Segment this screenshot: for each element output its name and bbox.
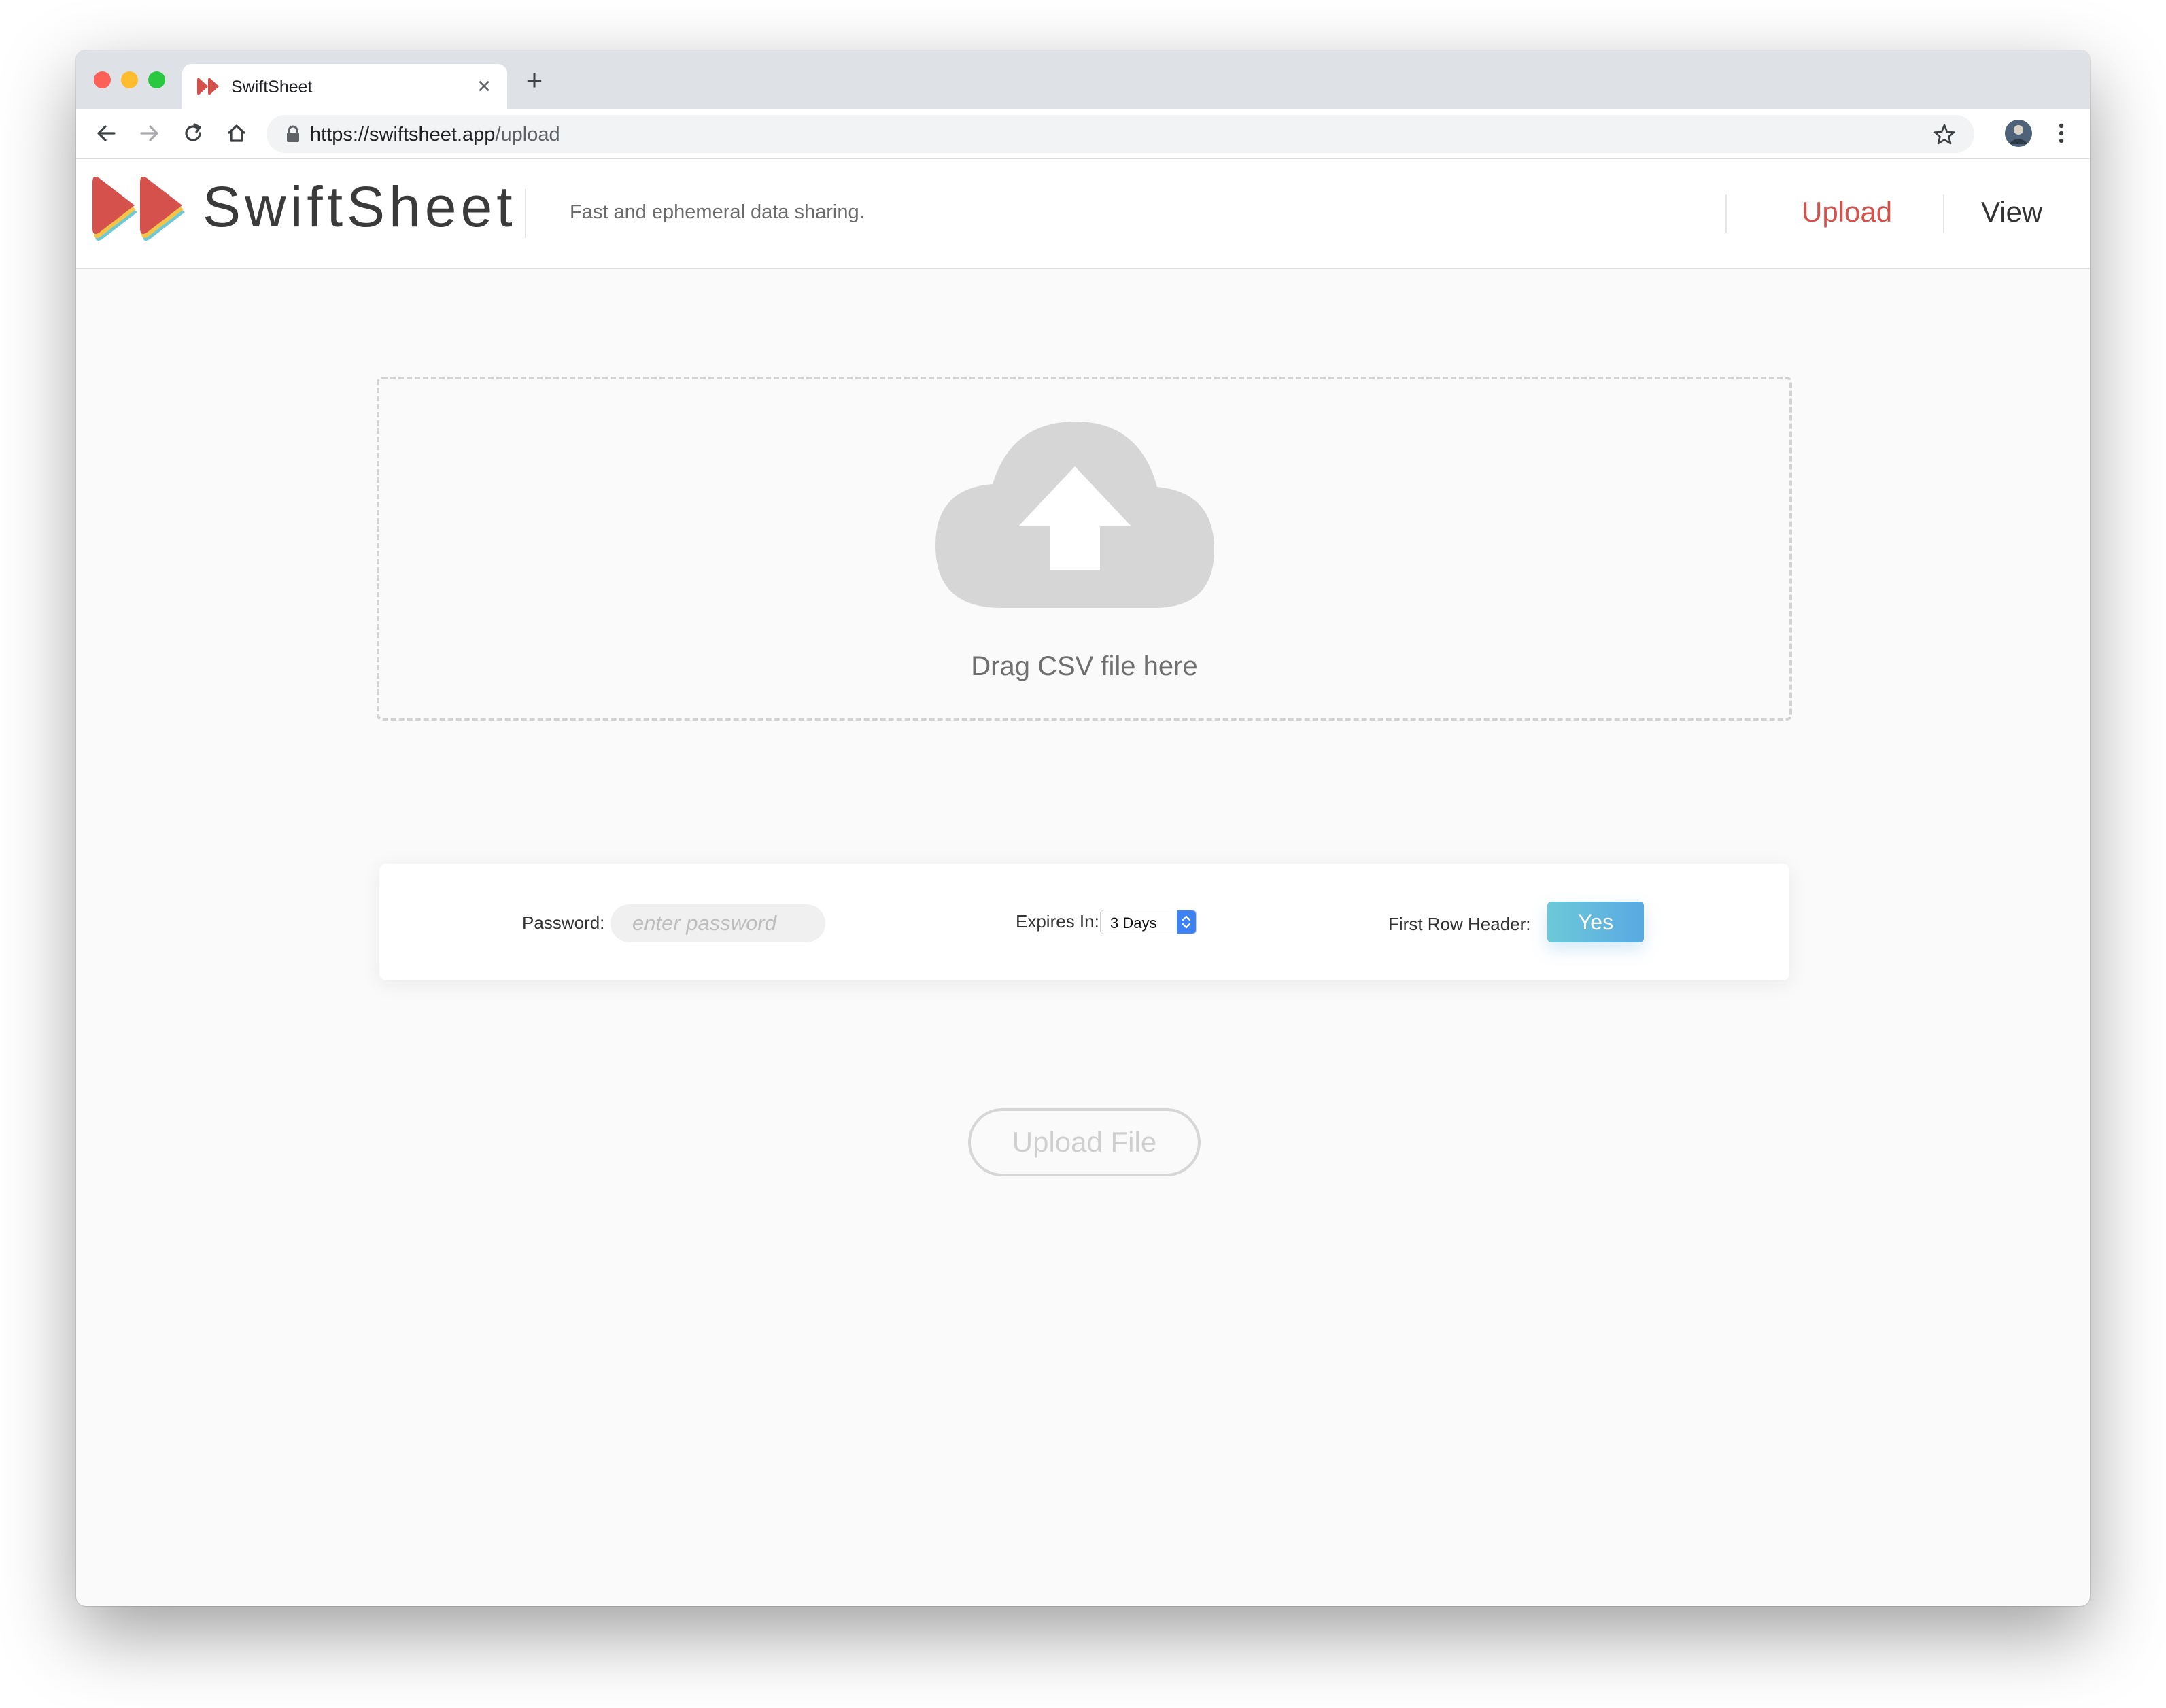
browser-toolbar: https://swiftsheet.app/upload (76, 109, 2090, 159)
profile-avatar[interactable] (2005, 120, 2032, 147)
first-row-header-label: First Row Header: (1388, 914, 1531, 934)
close-window-button[interactable] (94, 71, 111, 88)
back-arrow-icon[interactable] (94, 121, 118, 146)
csv-dropzone[interactable]: Drag CSV file here (377, 377, 1792, 721)
brand-name[interactable]: SwiftSheet (203, 174, 517, 240)
swiftsheet-favicon-icon (197, 78, 219, 95)
header-divider (525, 189, 526, 238)
tagline: Fast and ephemeral data sharing. (570, 201, 865, 223)
swiftsheet-logo-icon[interactable] (92, 171, 192, 247)
expires-select[interactable]: 3 Days (1100, 910, 1197, 934)
nav-divider (1725, 194, 1727, 233)
url-path: /upload (495, 124, 560, 146)
expires-label: Expires In: (1016, 911, 1099, 932)
address-bar[interactable]: https://swiftsheet.app/upload (267, 115, 1974, 153)
tab-title: SwiftSheet (231, 78, 313, 97)
nav-divider (1943, 194, 1944, 233)
browser-window: SwiftSheet × + https://swiftsheet.app/up… (76, 50, 2090, 1606)
nav-upload-link[interactable]: Upload (1802, 196, 1892, 228)
url-host: https://swiftsheet.app (310, 124, 496, 146)
password-input[interactable] (611, 904, 825, 942)
browser-tab[interactable]: SwiftSheet × (182, 64, 507, 109)
bookmark-star-icon[interactable] (1932, 122, 1957, 147)
more-menu-icon[interactable] (2048, 120, 2075, 147)
home-icon[interactable] (224, 121, 249, 146)
cloud-upload-icon (935, 422, 1214, 608)
expires-selected-value: 3 Days (1110, 915, 1157, 932)
lock-icon (287, 125, 299, 142)
upload-file-button[interactable]: Upload File (968, 1108, 1201, 1176)
nav-view-link[interactable]: View (1981, 196, 2042, 228)
forward-arrow-icon[interactable] (137, 121, 162, 146)
url-text: https://swiftsheet.app/upload (310, 124, 560, 146)
minimize-window-button[interactable] (121, 71, 138, 88)
upload-options-card: Password: Expires In: 3 Days First Row H… (379, 864, 1789, 980)
tab-strip: SwiftSheet × + (76, 50, 2090, 109)
site-header: SwiftSheet Fast and ephemeral data shari… (76, 159, 2090, 269)
reload-icon[interactable] (181, 121, 205, 146)
select-chevron-icon (1177, 910, 1196, 934)
first-row-header-toggle[interactable]: Yes (1547, 902, 1644, 942)
dropzone-label: Drag CSV file here (971, 651, 1198, 681)
tab-close-icon[interactable]: × (470, 73, 498, 100)
new-tab-icon[interactable]: + (519, 65, 549, 95)
password-label: Password: (522, 912, 605, 933)
maximize-window-button[interactable] (148, 71, 165, 88)
